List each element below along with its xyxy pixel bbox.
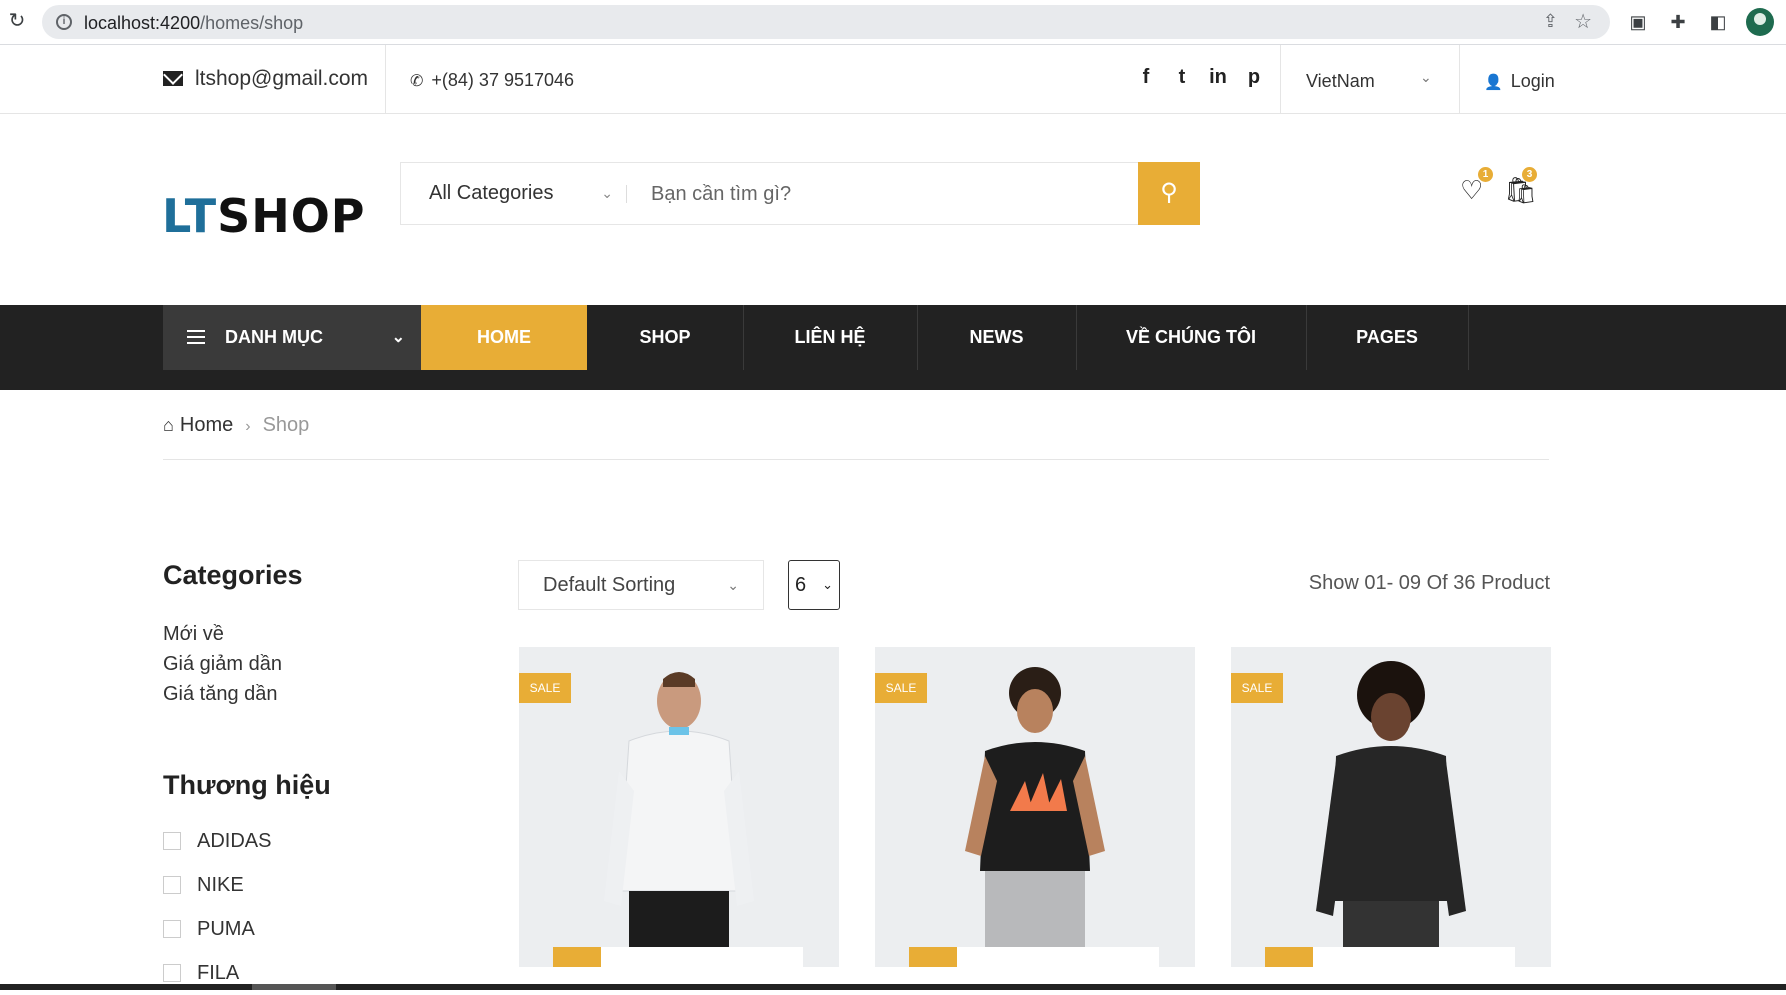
nav-home[interactable]: HOME	[421, 305, 587, 370]
nav-contact[interactable]: LIÊN HỆ	[743, 305, 917, 370]
site-info-icon[interactable]: i	[56, 14, 72, 30]
checkbox[interactable]	[163, 964, 181, 982]
product-action-strip	[909, 947, 1159, 967]
chevron-down-icon: ⌄	[727, 577, 739, 593]
social-links: f t in p	[1128, 66, 1272, 89]
extensions-puzzle-icon[interactable]: ✚	[1666, 10, 1690, 34]
category-list: Mới về Giá giảm dần Giá tăng dần	[163, 619, 303, 709]
bookmark-star-icon[interactable]: ☆	[1574, 9, 1592, 34]
contact-email[interactable]: ltshop@gmail.com	[163, 67, 368, 91]
user-icon: 👤	[1484, 74, 1503, 91]
wishlist-count-badge: 1	[1478, 167, 1493, 182]
category-item[interactable]: Giá giảm dần	[163, 649, 303, 679]
wishlist-heart-icon[interactable]: ♡ 1	[1460, 167, 1493, 205]
contact-phone[interactable]: ✆ +(84) 37 9517046	[410, 70, 574, 91]
address-bar[interactable]: i localhost:4200/homes/shop ⇪ ☆	[42, 5, 1610, 39]
envelope-icon	[163, 71, 183, 86]
country-select[interactable]: VietNam ⌄	[1306, 69, 1432, 92]
chevron-down-icon: ⌄	[391, 329, 405, 346]
main-navigation: DANH MỤC ⌄ HOME SHOP LIÊN HỆ NEWS VỀ CHÚ…	[0, 305, 1786, 390]
category-dropdown[interactable]: All Categories ⌄	[401, 163, 627, 224]
cart-count-badge: 3	[1522, 167, 1537, 182]
hamburger-icon	[187, 330, 205, 344]
extension-icon[interactable]: ▣	[1626, 10, 1650, 34]
checkbox[interactable]	[163, 832, 181, 850]
product-card[interactable]: SALE	[875, 647, 1195, 967]
url-text: localhost:4200/homes/shop	[84, 13, 304, 33]
sort-select[interactable]: Default Sorting ⌄	[518, 560, 764, 610]
checkbox[interactable]	[163, 876, 181, 894]
search-icon: ⚲	[1160, 179, 1178, 206]
chevron-down-icon: ⌄	[822, 577, 833, 592]
chevron-right-icon: ›	[245, 418, 251, 435]
divider	[1459, 45, 1460, 114]
result-count: Show 01- 09 Of 36 Product	[1308, 572, 1550, 594]
product-image[interactable]	[955, 661, 1115, 961]
categories-title: Categories	[163, 560, 303, 590]
chevron-down-icon: ⌄	[601, 185, 613, 201]
per-page-select[interactable]: 6 ⌄	[788, 560, 840, 610]
add-to-cart-tab[interactable]	[553, 947, 601, 967]
nav-divider	[1468, 305, 1469, 370]
brands-title: Thương hiệu	[163, 770, 331, 800]
horizontal-scrollbar[interactable]	[0, 984, 1786, 990]
category-item[interactable]: Giá tăng dần	[163, 679, 303, 709]
breadcrumb: ⌂ Home › Shop	[163, 414, 309, 437]
sale-badge: SALE	[1231, 673, 1283, 703]
breadcrumb-home[interactable]: Home	[180, 414, 233, 436]
category-item[interactable]: Mới về	[163, 619, 303, 649]
site-header: LTSHOP All Categories⌄ ⚲ ♡1 🛍3	[0, 115, 1786, 305]
brand-checkbox-item[interactable]: PUMA	[163, 907, 463, 951]
nav-about-us[interactable]: VỀ CHÚNG TÔI	[1076, 305, 1306, 370]
categories-menu-button[interactable]: DANH MỤC ⌄	[163, 305, 421, 370]
scrollbar-thumb[interactable]	[252, 984, 336, 990]
product-card[interactable]: SALE	[1231, 647, 1551, 967]
search-bar: All Categories⌄ ⚲	[400, 162, 1200, 225]
add-to-cart-tab[interactable]	[1265, 947, 1313, 967]
reload-icon[interactable]: ↻	[6, 10, 28, 32]
profile-avatar[interactable]	[1746, 8, 1774, 36]
nav-pages[interactable]: PAGES	[1306, 305, 1468, 370]
divider	[163, 459, 1549, 460]
sale-badge: SALE	[519, 673, 571, 703]
breadcrumb-current: Shop	[262, 414, 310, 436]
cart-bag-icon[interactable]: 🛍 3	[1504, 167, 1537, 205]
brand-checkbox-item[interactable]: ADIDAS	[163, 819, 463, 863]
divider	[385, 45, 386, 114]
product-image[interactable]	[599, 661, 759, 961]
top-info-bar: ltshop@gmail.com ✆ +(84) 37 9517046 f t in p…	[0, 45, 1786, 114]
phone-icon: ✆	[410, 73, 424, 90]
facebook-icon[interactable]: f	[1128, 66, 1164, 89]
product-action-strip	[1265, 947, 1515, 967]
add-to-cart-tab[interactable]	[909, 947, 957, 967]
site-logo[interactable]: LTSHOP	[162, 189, 366, 243]
login-link[interactable]: 👤 Login	[1484, 71, 1555, 92]
sidebar-filters: Categories Mới về Giá giảm dần Giá tăng …	[163, 560, 331, 984]
linkedin-icon[interactable]: in	[1200, 66, 1236, 89]
nav-shop[interactable]: SHOP	[587, 305, 743, 370]
sale-badge: SALE	[875, 673, 927, 703]
nav-news[interactable]: NEWS	[917, 305, 1076, 370]
brand-checkbox-item[interactable]: NIKE	[163, 863, 463, 907]
chevron-down-icon: ⌄	[1420, 69, 1432, 85]
side-panel-icon[interactable]: ◧	[1706, 10, 1730, 34]
share-icon[interactable]: ⇪	[1543, 11, 1558, 32]
home-icon: ⌂	[163, 415, 174, 435]
brand-filter: Thương hiệu ADIDAS NIKE PUMA FILA	[163, 770, 463, 995]
search-button[interactable]: ⚲	[1138, 162, 1200, 225]
product-image[interactable]	[1311, 661, 1471, 961]
twitter-icon[interactable]: t	[1164, 66, 1200, 89]
pinterest-icon[interactable]: p	[1236, 66, 1272, 89]
divider	[1280, 45, 1281, 114]
search-input[interactable]	[651, 175, 1131, 213]
browser-toolbar: ↻ i localhost:4200/homes/shop ⇪ ☆ ▣ ✚ ◧	[0, 0, 1786, 45]
product-action-strip	[553, 947, 803, 967]
checkbox[interactable]	[163, 920, 181, 938]
product-card[interactable]: SALE	[519, 647, 839, 967]
